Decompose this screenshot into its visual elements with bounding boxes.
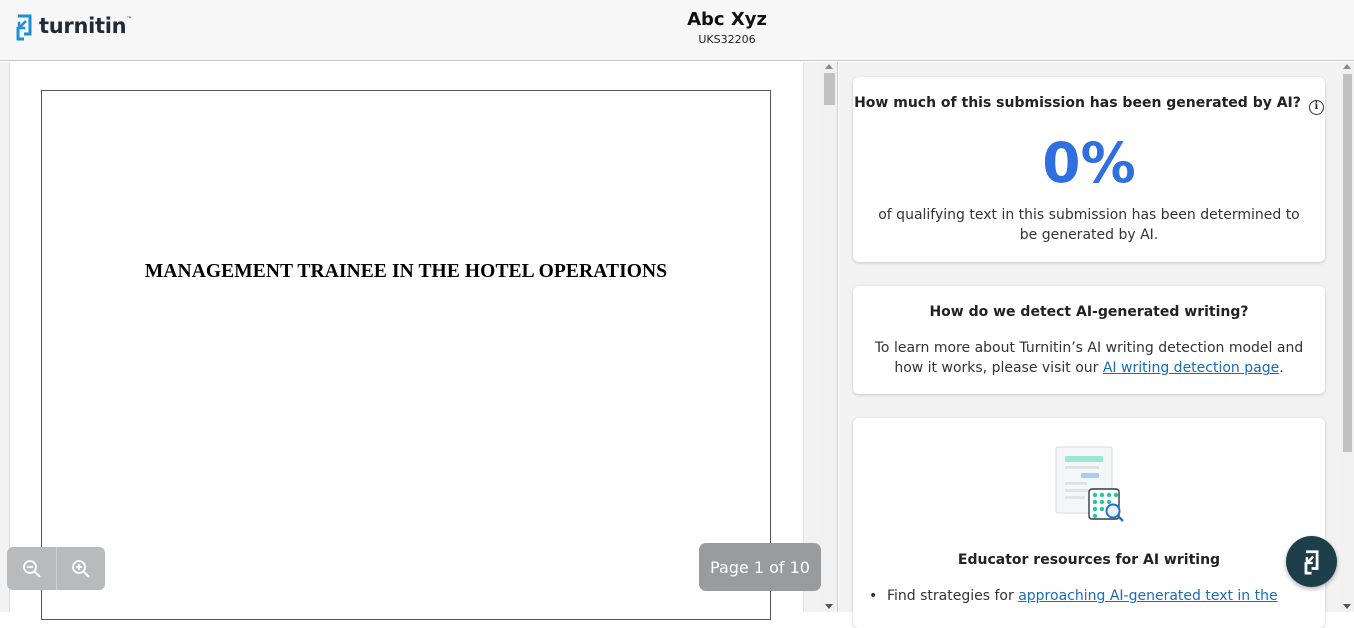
educator-resources-card: Educator resources for AI writing • Find … (853, 418, 1325, 628)
ai-score-question: How much of this submission has been gen… (853, 95, 1325, 115)
zoom-in-icon (72, 559, 90, 578)
ai-percentage: 0% (1042, 131, 1136, 195)
document-ai-scan-icon (1055, 446, 1124, 522)
turnitin-logo-icon (16, 14, 32, 41)
page-indicator: Page 1 of 10 (699, 543, 821, 591)
scroll-up-arrow-icon[interactable] (825, 64, 833, 69)
document-page: MANAGEMENT TRAINEE IN THE HOTEL OPERATIO… (41, 90, 771, 620)
document-surface: MANAGEMENT TRAINEE IN THE HOTEL OPERATIO… (9, 62, 804, 620)
detection-heading: How do we detect AI-generated writing? (929, 304, 1249, 320)
document-scroll-thumb[interactable] (824, 73, 835, 105)
detection-body: To learn more about Turnitin’s AI writin… (874, 340, 1304, 376)
resources-heading: Educator resources for AI writing (957, 552, 1221, 568)
ai-writing-detection-link[interactable]: AI writing detection page (1103, 360, 1279, 376)
document-heading: MANAGEMENT TRAINEE IN THE HOTEL OPERATIO… (144, 261, 668, 282)
scroll-down-arrow-icon[interactable] (1343, 604, 1351, 609)
zoom-in-button[interactable] (56, 547, 105, 590)
submission-id: UKS32206 (698, 33, 756, 46)
detection-info-card: How do we detect AI-generated writing? T… (853, 286, 1325, 394)
document-viewer: MANAGEMENT TRAINEE IN THE HOTEL OPERATIO… (0, 62, 838, 620)
zoom-out-button[interactable] (7, 547, 56, 590)
student-name: Abc Xyz (687, 9, 767, 30)
scroll-up-arrow-icon[interactable] (1343, 64, 1351, 69)
app-header: turnitin™ Abc Xyz UKS32206 (0, 0, 1354, 61)
turnitin-mark-icon (1304, 549, 1318, 575)
info-icon[interactable]: i (1308, 100, 1324, 115)
list-item: • Find strategies for approaching AI-gene… (869, 588, 1278, 604)
ai-report-panel: How much of this submission has been gen… (839, 62, 1354, 628)
approaching-ai-text-link[interactable]: approaching AI-generated text in the (1018, 588, 1277, 604)
submission-title: Abc Xyz UKS32206 (577, 9, 877, 47)
ai-score-card: How much of this submission has been gen… (853, 77, 1325, 262)
zoom-out-icon (22, 559, 41, 578)
zoom-controls (7, 547, 105, 590)
document-scrollbar[interactable] (822, 62, 837, 612)
logo-wordmark: turnitin™ (39, 14, 132, 38)
scroll-down-arrow-icon[interactable] (825, 604, 833, 609)
turnitin-help-button[interactable] (1286, 536, 1337, 587)
resources-list: • Find strategies for approaching AI-gene… (869, 586, 1309, 606)
turnitin-logo[interactable]: turnitin™ (15, 12, 132, 42)
panel-scrollbar[interactable] (1341, 62, 1354, 612)
ai-score-description: of qualifying text in this submission ha… (878, 207, 1300, 243)
panel-scroll-thumb[interactable] (1343, 74, 1352, 452)
